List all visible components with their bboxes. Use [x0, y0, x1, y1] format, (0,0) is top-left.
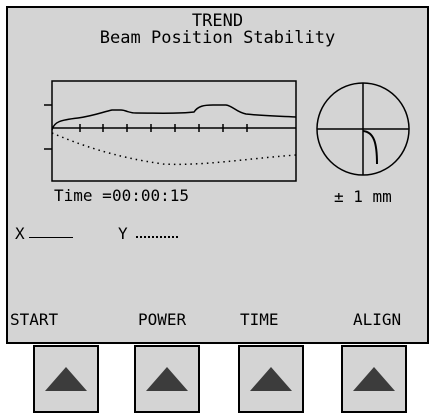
- y-position-trace: [51, 132, 297, 166]
- legend-y-line: [136, 236, 178, 238]
- softkey-time-label: TIME: [240, 310, 279, 329]
- start-button[interactable]: [33, 345, 99, 413]
- up-arrow-icon: [353, 367, 395, 391]
- lcd-screen: TREND Beam Position Stability Time = 00:…: [6, 6, 429, 344]
- softkey-power-label: POWER: [138, 310, 187, 329]
- softkey-align-label: ALIGN: [353, 310, 402, 329]
- plot-frame: [51, 80, 297, 182]
- up-arrow-icon: [45, 367, 87, 391]
- legend-y-label: Y: [118, 224, 128, 243]
- up-arrow-icon: [250, 367, 292, 391]
- trend-plot: [44, 80, 297, 182]
- time-button[interactable]: [238, 345, 304, 413]
- softkey-start-label: START: [10, 310, 59, 329]
- scale-label: ± 1 mm: [334, 187, 392, 206]
- x-position-trace: [51, 104, 297, 131]
- up-arrow-icon: [146, 367, 188, 391]
- time-label: Time =: [54, 186, 112, 205]
- align-button[interactable]: [341, 345, 407, 413]
- legend-x-line: [29, 237, 73, 238]
- position-target: [316, 82, 410, 176]
- power-button[interactable]: [134, 345, 200, 413]
- trend-graphics: [44, 80, 410, 182]
- legend-x-label: X: [15, 224, 25, 243]
- beam-track: [362, 130, 378, 165]
- time-value: 00:00:15: [112, 186, 190, 205]
